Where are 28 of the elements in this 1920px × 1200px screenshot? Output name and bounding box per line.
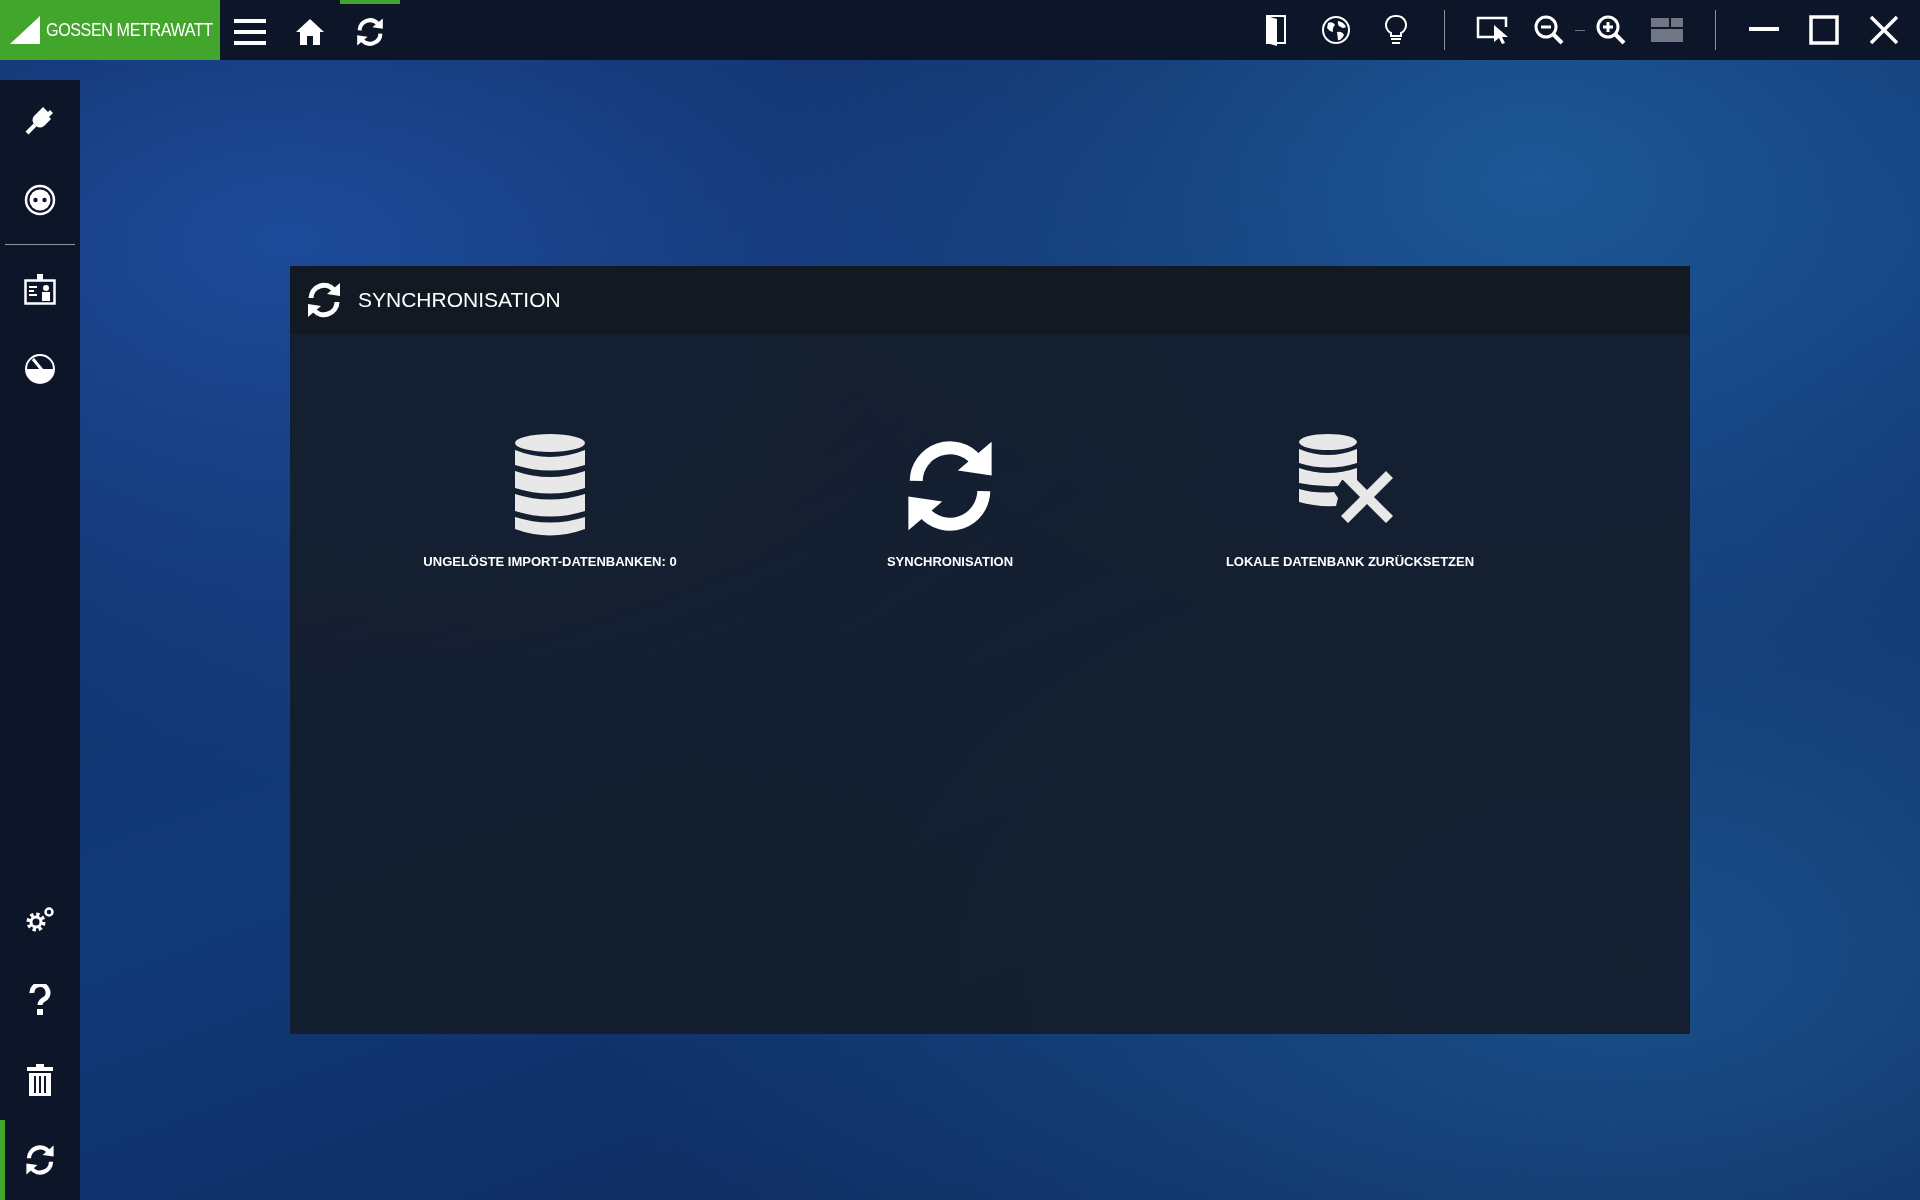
database-icon [514, 434, 586, 538]
database-action[interactable]: UNGELÖSTE IMPORT-DATENBANKEN: 0 [350, 434, 750, 569]
id-badge-icon [24, 273, 56, 305]
sync-action[interactable]: SYNCHRONISATION [750, 434, 1150, 569]
panel-title: SYNCHRONISATION [358, 288, 561, 312]
zoom-out-icon [1533, 14, 1565, 46]
help-icon [29, 984, 51, 1016]
home-icon [295, 18, 325, 46]
menu-icon [234, 19, 266, 45]
layout-icon [1651, 18, 1683, 42]
plug-icon [24, 104, 56, 136]
gauge-icon [24, 353, 56, 385]
globe-icon [1321, 15, 1351, 45]
zoom-in-icon [1595, 14, 1627, 46]
minimize-icon [1749, 27, 1779, 33]
sync-icon [354, 16, 386, 48]
logo-text: GOSSEN METRAWATT [46, 19, 213, 41]
gears-icon [24, 906, 56, 934]
sync-icon [23, 1143, 57, 1177]
lightbulb-icon [1385, 14, 1407, 46]
cursor-select-icon [1476, 15, 1510, 45]
socket-icon [24, 184, 56, 216]
maximize-icon [1809, 15, 1839, 45]
close-icon [1869, 15, 1899, 45]
door-icon [1265, 14, 1287, 46]
db-reset-action[interactable]: LOKALE DATENBANK ZURÜCKSETZEN [1150, 434, 1550, 569]
trash-icon [27, 1064, 53, 1096]
logo-triangle-icon [10, 16, 40, 44]
